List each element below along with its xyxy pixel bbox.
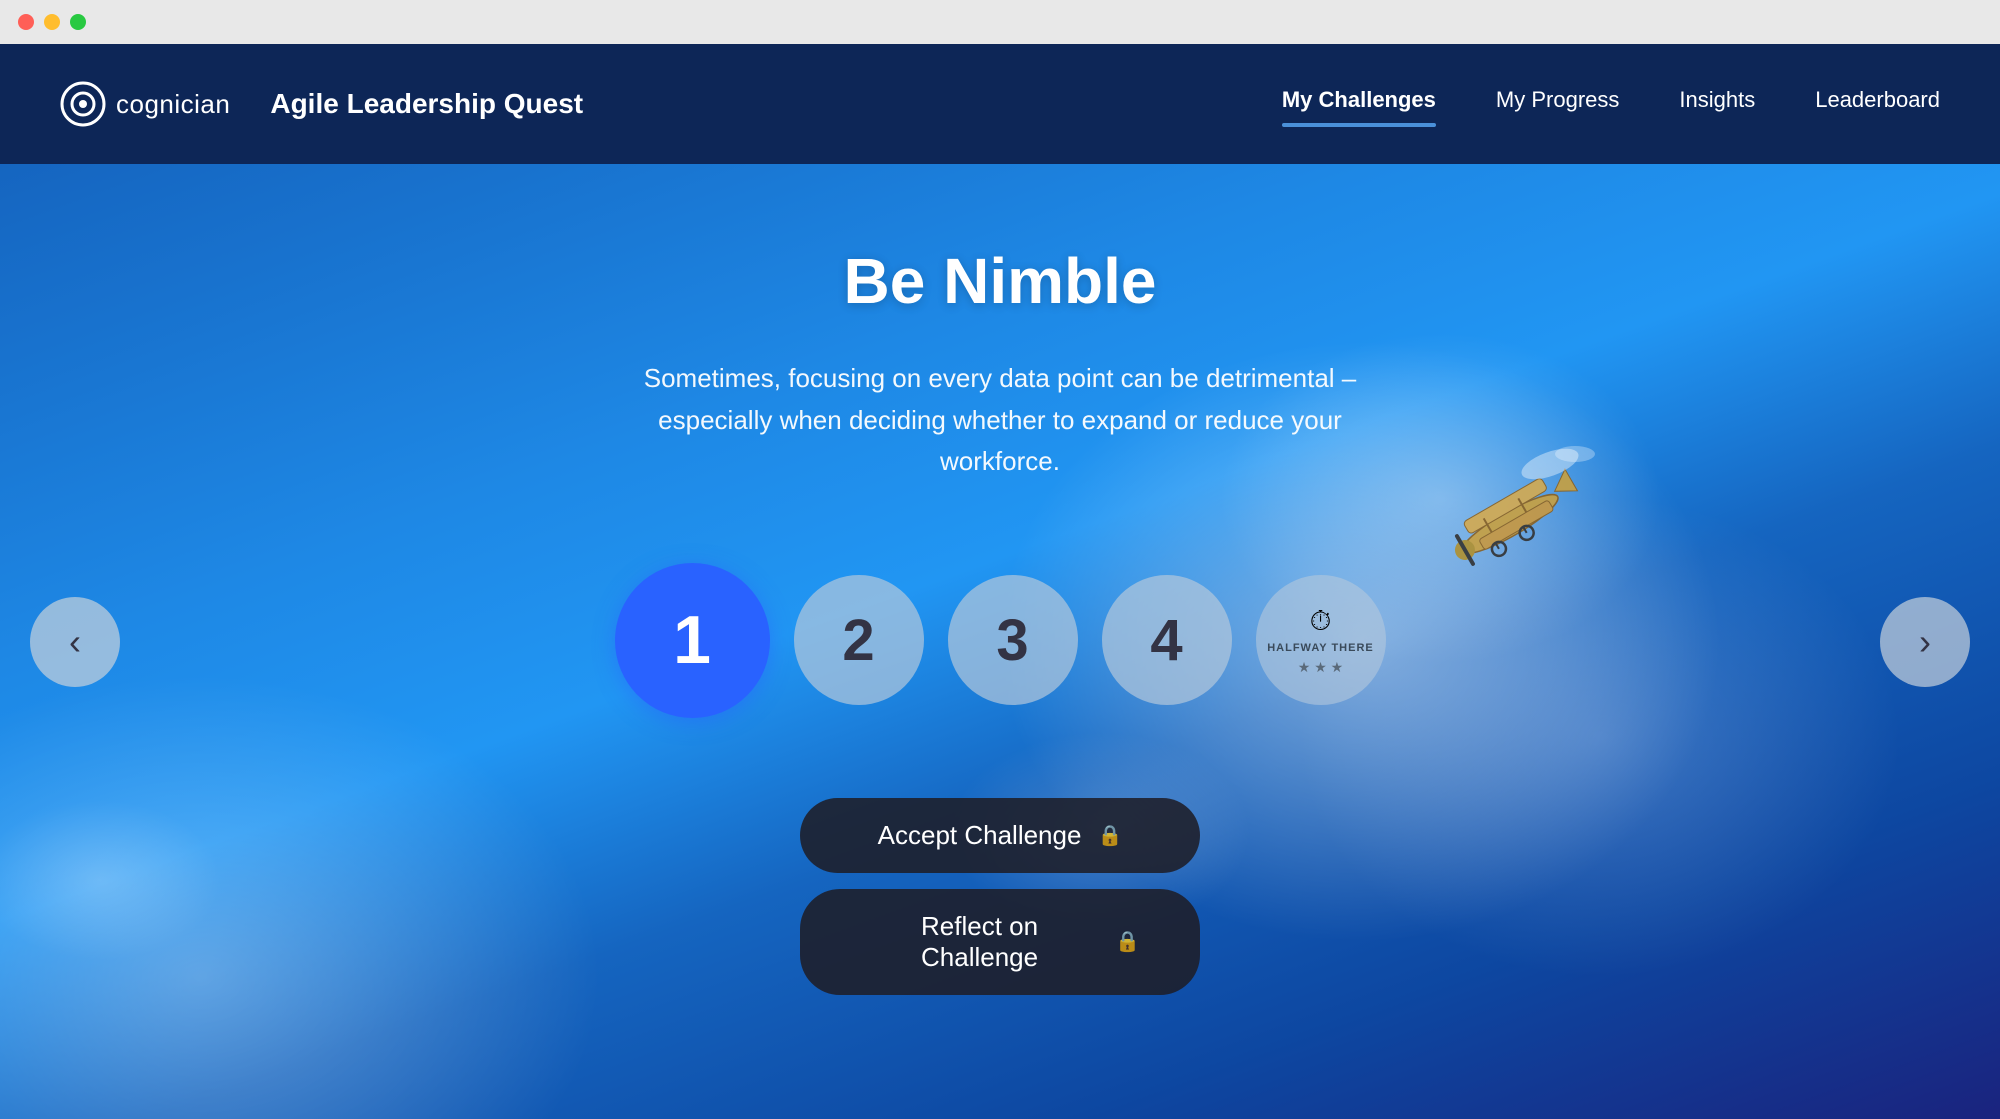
step-1[interactable]: 1 xyxy=(615,563,770,718)
badge-stars: ★ ★ ★ xyxy=(1298,659,1343,676)
minimize-button[interactable] xyxy=(44,14,60,30)
step-2-number: 2 xyxy=(842,607,874,674)
hero: Be Nimble Sometimes, focusing on every d… xyxy=(0,164,2000,1119)
step-1-number: 1 xyxy=(673,601,711,679)
step-3[interactable]: 3 xyxy=(948,575,1078,705)
hero-content: Be Nimble Sometimes, focusing on every d… xyxy=(0,164,2000,995)
main-nav: My Challenges My Progress Insights Leade… xyxy=(1282,87,1940,121)
reflect-challenge-label: Reflect on Challenge xyxy=(860,911,1099,973)
logo-area: cognician xyxy=(60,81,230,127)
reflect-on-challenge-button[interactable]: Reflect on Challenge 🔒 xyxy=(800,889,1200,995)
nav-my-challenges[interactable]: My Challenges xyxy=(1282,87,1436,121)
maximize-button[interactable] xyxy=(70,14,86,30)
hero-title: Be Nimble xyxy=(844,244,1157,318)
prev-arrow-icon: ‹ xyxy=(69,621,81,663)
step-3-number: 3 xyxy=(996,607,1028,674)
nav-leaderboard[interactable]: Leaderboard xyxy=(1815,87,1940,121)
window-chrome xyxy=(0,0,2000,44)
header: cognician Agile Leadership Quest My Chal… xyxy=(0,44,2000,164)
step-4[interactable]: 4 xyxy=(1102,575,1232,705)
next-arrow[interactable]: › xyxy=(1880,597,1970,687)
app: cognician Agile Leadership Quest My Chal… xyxy=(0,44,2000,1119)
badge-label: HALFWAY THERE xyxy=(1267,642,1374,655)
close-button[interactable] xyxy=(18,14,34,30)
accept-challenge-button[interactable]: Accept Challenge 🔒 xyxy=(800,798,1200,873)
badge-icon: ⏱ xyxy=(1310,605,1332,638)
nav-insights[interactable]: Insights xyxy=(1679,87,1755,121)
app-title: Agile Leadership Quest xyxy=(270,88,583,120)
logo-icon xyxy=(60,81,106,127)
action-buttons: Accept Challenge 🔒 Reflect on Challenge … xyxy=(800,798,1200,995)
steps-row: 1 2 3 4 ⏱ HALFWAY THERE ★ ★ ★ xyxy=(615,563,1386,718)
next-arrow-icon: › xyxy=(1919,621,1931,663)
lock-icon-accept: 🔒 xyxy=(1097,823,1122,848)
hero-subtitle: Sometimes, focusing on every data point … xyxy=(610,358,1390,483)
accept-challenge-label: Accept Challenge xyxy=(878,820,1082,851)
lock-icon-reflect: 🔒 xyxy=(1115,929,1140,954)
step-2[interactable]: 2 xyxy=(794,575,924,705)
halfway-badge[interactable]: ⏱ HALFWAY THERE ★ ★ ★ xyxy=(1256,575,1386,705)
step-4-number: 4 xyxy=(1150,607,1182,674)
prev-arrow[interactable]: ‹ xyxy=(30,597,120,687)
nav-my-progress[interactable]: My Progress xyxy=(1496,87,1619,121)
logo-text: cognician xyxy=(116,89,230,120)
